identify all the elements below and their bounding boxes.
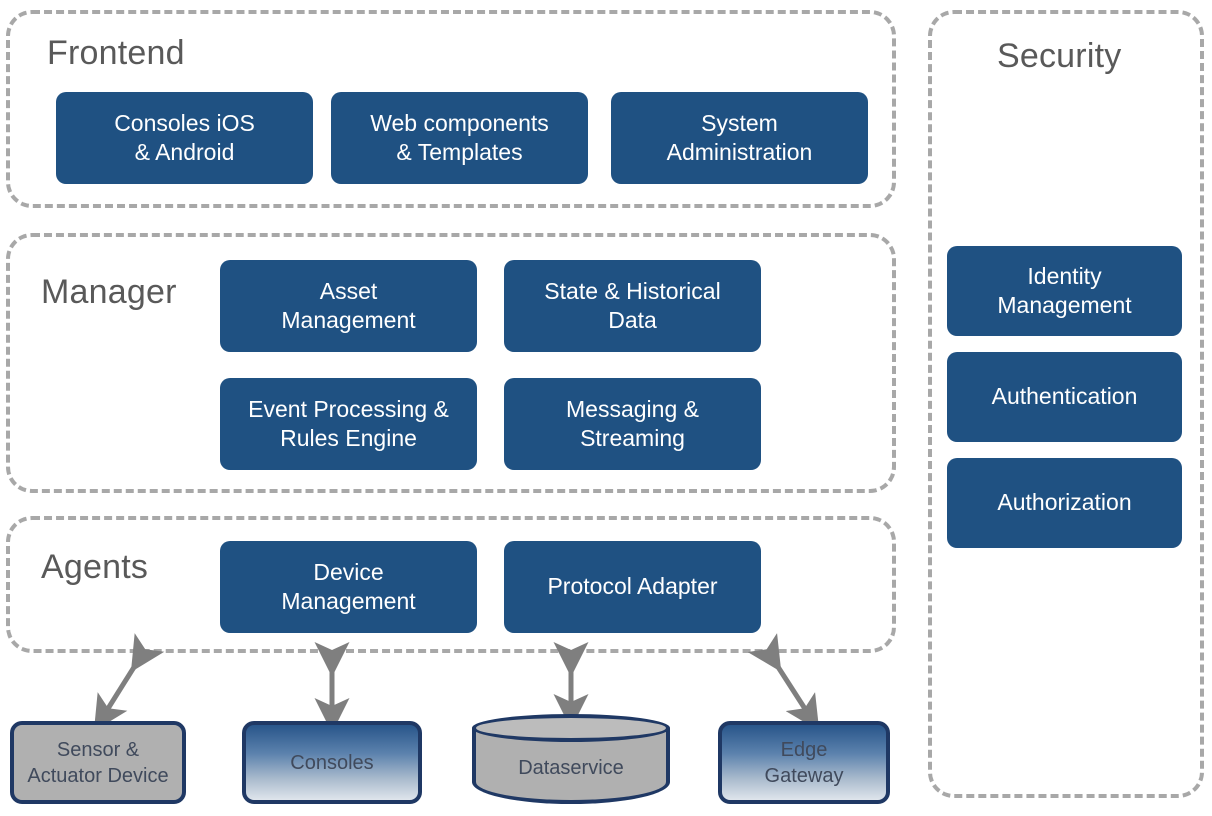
node-label-line2: Gateway bbox=[764, 764, 844, 787]
connector-edge-gateway-to-agents bbox=[747, 633, 820, 731]
node-consoles[interactable]: Consoles bbox=[242, 721, 422, 804]
component-label-line2: Data bbox=[608, 307, 657, 333]
component-label-line2: & Templates bbox=[396, 139, 523, 165]
component-label-line2: & Android bbox=[134, 139, 235, 165]
component-label-line1: Consoles iOS bbox=[114, 109, 255, 136]
component-label-line1: Authentication bbox=[991, 383, 1138, 410]
component-web-components-templates[interactable]: Web components & Templates bbox=[331, 92, 588, 184]
component-label-line2: Administration bbox=[666, 139, 813, 165]
component-identity-management[interactable]: Identity Management bbox=[947, 246, 1182, 336]
node-edge-gateway[interactable]: Edge Gateway bbox=[718, 721, 890, 804]
component-label-line2: Management bbox=[281, 307, 416, 333]
component-label-line1: Messaging & bbox=[566, 395, 699, 422]
connector-consoles-to-agents bbox=[314, 641, 350, 733]
component-messaging-streaming[interactable]: Messaging & Streaming bbox=[504, 378, 761, 470]
node-sensor-actuator-device[interactable]: Sensor & Actuator Device bbox=[10, 721, 186, 804]
component-device-management[interactable]: Device Management bbox=[220, 541, 477, 633]
node-label-line1: Consoles bbox=[290, 751, 374, 774]
component-system-administration[interactable]: System Administration bbox=[611, 92, 868, 184]
architecture-diagram: Frontend Consoles iOS & Android Web comp… bbox=[0, 0, 1212, 816]
component-label-line2: Management bbox=[997, 292, 1132, 318]
component-label-line1: Asset bbox=[319, 277, 378, 304]
component-label-line1: Device bbox=[313, 558, 384, 585]
node-label-line2: Actuator Device bbox=[27, 764, 169, 787]
component-authorization[interactable]: Authorization bbox=[947, 458, 1182, 548]
component-label-line1: System bbox=[701, 109, 778, 136]
node-label-line1: Edge bbox=[780, 738, 828, 761]
component-label-line1: Identity bbox=[1027, 262, 1102, 289]
group-frontend-title: Frontend bbox=[47, 34, 185, 72]
component-asset-management[interactable]: Asset Management bbox=[220, 260, 477, 352]
component-event-processing-rules-engine[interactable]: Event Processing & Rules Engine bbox=[220, 378, 477, 470]
group-manager-title: Manager bbox=[41, 273, 177, 311]
component-authentication[interactable]: Authentication bbox=[947, 352, 1182, 442]
connector-dataservice-to-agents bbox=[553, 641, 589, 729]
component-protocol-adapter[interactable]: Protocol Adapter bbox=[504, 541, 761, 633]
component-label-line2: Rules Engine bbox=[280, 425, 417, 451]
node-label-line1: Sensor & bbox=[56, 738, 140, 761]
component-label-line2: Management bbox=[281, 588, 416, 614]
component-label-line1: State & Historical bbox=[544, 277, 721, 304]
group-security-title: Security bbox=[997, 37, 1122, 75]
component-consoles-ios-android[interactable]: Consoles iOS & Android bbox=[56, 92, 313, 184]
component-label-line1: Protocol Adapter bbox=[547, 573, 718, 600]
component-label-line1: Authorization bbox=[997, 489, 1132, 516]
node-dataservice[interactable]: Dataservice bbox=[472, 714, 670, 804]
connector-sensor-to-agents bbox=[93, 633, 165, 732]
component-label-line2: Streaming bbox=[580, 425, 685, 451]
component-label-line1: Event Processing & bbox=[248, 395, 449, 422]
component-label-line1: Web components bbox=[370, 109, 549, 136]
node-label-line1: Dataservice bbox=[518, 756, 624, 779]
component-state-historical-data[interactable]: State & Historical Data bbox=[504, 260, 761, 352]
group-agents-title: Agents bbox=[41, 548, 149, 586]
